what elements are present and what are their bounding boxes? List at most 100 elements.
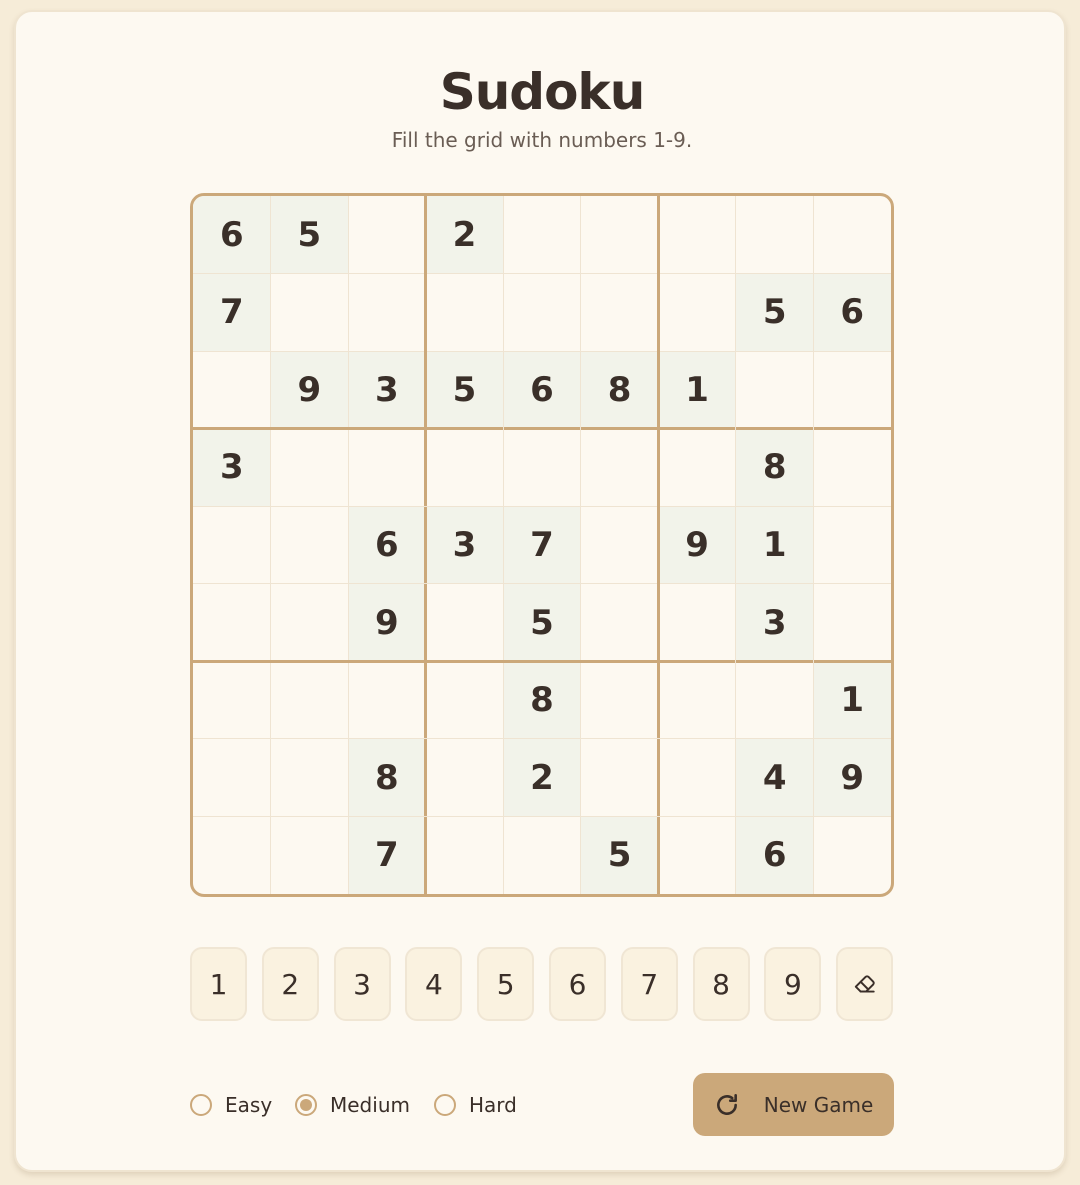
sudoku-cell-r5c7[interactable]: 9: [658, 506, 736, 584]
sudoku-cell-r9c9[interactable]: [813, 816, 891, 894]
sudoku-cell-r8c7[interactable]: [658, 739, 736, 817]
sudoku-cell-r2c2[interactable]: [271, 274, 349, 352]
sudoku-cell-r1c9[interactable]: [813, 196, 891, 274]
sudoku-cell-r4c6[interactable]: [581, 429, 659, 507]
sudoku-cell-r5c5[interactable]: 7: [503, 506, 581, 584]
sudoku-cell-r7c3[interactable]: [348, 661, 426, 739]
sudoku-cell-r6c6[interactable]: [581, 584, 659, 662]
number-key-9[interactable]: 9: [764, 947, 822, 1021]
sudoku-cell-r4c5[interactable]: [503, 429, 581, 507]
sudoku-cell-r1c6[interactable]: [581, 196, 659, 274]
sudoku-cell-r5c4[interactable]: 3: [425, 506, 504, 584]
sudoku-cell-r4c4[interactable]: [426, 429, 504, 507]
sudoku-cell-r6c1[interactable]: [193, 584, 271, 662]
sudoku-cell-r1c8[interactable]: [736, 196, 814, 274]
sudoku-cell-r7c5[interactable]: 8: [503, 661, 581, 739]
sudoku-cell-r9c5[interactable]: [503, 816, 581, 894]
difficulty-label: Hard: [469, 1093, 517, 1117]
sudoku-cell-r4c8[interactable]: 8: [735, 428, 814, 507]
sudoku-cell-r3c6[interactable]: 8: [580, 351, 659, 429]
difficulty-option-hard[interactable]: Hard: [434, 1090, 517, 1120]
sudoku-cell-r5c9[interactable]: [813, 506, 891, 584]
sudoku-cell-r9c3[interactable]: 7: [348, 816, 426, 894]
sudoku-cell-r7c7[interactable]: [658, 661, 736, 739]
number-key-8[interactable]: 8: [692, 947, 750, 1021]
number-key-1[interactable]: 1: [190, 947, 247, 1021]
sudoku-cell-r6c8[interactable]: 3: [735, 583, 814, 662]
sudoku-cell-r4c9[interactable]: [813, 429, 891, 507]
sudoku-cell-r7c2[interactable]: [271, 661, 349, 739]
sudoku-cell-r8c4[interactable]: [426, 739, 504, 817]
sudoku-cell-r7c4[interactable]: [426, 661, 504, 739]
sudoku-cell-r2c5[interactable]: [503, 274, 581, 352]
sudoku-cell-r9c1[interactable]: [193, 816, 271, 894]
sudoku-cell-r1c3[interactable]: [348, 196, 426, 274]
sudoku-cell-r3c3[interactable]: 3: [348, 351, 426, 429]
sudoku-cell-r7c1[interactable]: [193, 661, 271, 739]
difficulty-option-easy[interactable]: Easy: [190, 1090, 272, 1120]
sudoku-cell-r6c4[interactable]: [426, 584, 504, 662]
number-key-4[interactable]: 4: [405, 947, 463, 1021]
sudoku-cell-r5c6[interactable]: [581, 506, 659, 584]
sudoku-cell-r2c3[interactable]: [348, 274, 426, 352]
number-key-3[interactable]: 3: [333, 947, 391, 1021]
sudoku-cell-r3c9[interactable]: [813, 351, 891, 429]
sudoku-cell-r8c6[interactable]: [581, 739, 659, 817]
sudoku-cell-r3c7[interactable]: 1: [658, 351, 736, 429]
number-key-2[interactable]: 2: [261, 947, 319, 1021]
sudoku-cell-r4c3[interactable]: [348, 429, 426, 507]
sudoku-cell-r4c7[interactable]: [658, 429, 736, 507]
sudoku-cell-r1c1[interactable]: 6: [193, 196, 271, 274]
sudoku-cell-r6c3[interactable]: 9: [348, 583, 426, 662]
sudoku-cell-r6c5[interactable]: 5: [503, 583, 581, 662]
sudoku-cell-r7c6[interactable]: [581, 661, 659, 739]
sudoku-cell-r2c1[interactable]: 7: [193, 273, 271, 352]
number-key-6[interactable]: 6: [549, 947, 606, 1021]
sudoku-cell-r2c8[interactable]: 5: [735, 273, 814, 352]
sudoku-cell-r9c7[interactable]: [658, 816, 736, 894]
sudoku-cell-r3c2[interactable]: 9: [270, 351, 349, 429]
sudoku-cell-r8c9[interactable]: 9: [813, 738, 891, 817]
radio-button[interactable]: [295, 1094, 317, 1116]
difficulty-option-medium[interactable]: Medium: [295, 1090, 410, 1120]
sudoku-cell-r3c8[interactable]: [736, 351, 814, 429]
sudoku-cell-r2c6[interactable]: [581, 274, 659, 352]
radio-button[interactable]: [434, 1094, 456, 1116]
sudoku-cell-r3c4[interactable]: 5: [425, 351, 504, 429]
sudoku-cell-r1c2[interactable]: 5: [270, 196, 349, 274]
sudoku-cell-r6c2[interactable]: [271, 584, 349, 662]
sudoku-cell-r9c8[interactable]: 6: [735, 816, 814, 894]
sudoku-cell-r4c1[interactable]: 3: [193, 428, 271, 507]
sudoku-cell-r5c2[interactable]: [271, 506, 349, 584]
radio-button[interactable]: [190, 1094, 212, 1116]
grid-line-horizontal: [193, 350, 891, 352]
sudoku-cell-r6c9[interactable]: [813, 584, 891, 662]
sudoku-cell-r7c8[interactable]: [736, 661, 814, 739]
sudoku-cell-r9c4[interactable]: [426, 816, 504, 894]
sudoku-cell-r2c9[interactable]: 6: [813, 273, 891, 352]
number-key-7[interactable]: 7: [620, 947, 678, 1021]
sudoku-cell-r8c1[interactable]: [193, 739, 271, 817]
sudoku-cell-r4c2[interactable]: [271, 429, 349, 507]
sudoku-cell-r1c4[interactable]: 2: [425, 196, 504, 274]
sudoku-cell-r8c8[interactable]: 4: [735, 738, 814, 817]
sudoku-cell-r9c2[interactable]: [271, 816, 349, 894]
erase-button[interactable]: [836, 947, 894, 1021]
sudoku-cell-r2c4[interactable]: [426, 274, 504, 352]
sudoku-cell-r5c3[interactable]: 6: [348, 506, 426, 584]
sudoku-cell-r5c1[interactable]: [193, 506, 271, 584]
sudoku-cell-r1c7[interactable]: [658, 196, 736, 274]
sudoku-cell-r7c9[interactable]: 1: [813, 661, 891, 739]
sudoku-cell-r8c3[interactable]: 8: [348, 738, 426, 817]
sudoku-cell-r6c7[interactable]: [658, 584, 736, 662]
sudoku-cell-r9c6[interactable]: 5: [580, 816, 659, 894]
sudoku-cell-r2c7[interactable]: [658, 274, 736, 352]
sudoku-cell-r3c5[interactable]: 6: [503, 351, 581, 429]
sudoku-cell-r1c5[interactable]: [503, 196, 581, 274]
sudoku-cell-r8c5[interactable]: 2: [503, 738, 581, 817]
number-key-5[interactable]: 5: [477, 947, 535, 1021]
sudoku-cell-r5c8[interactable]: 1: [735, 506, 814, 584]
new-game-button[interactable]: New Game: [693, 1073, 894, 1136]
sudoku-cell-r3c1[interactable]: [193, 351, 271, 429]
sudoku-cell-r8c2[interactable]: [271, 739, 349, 817]
